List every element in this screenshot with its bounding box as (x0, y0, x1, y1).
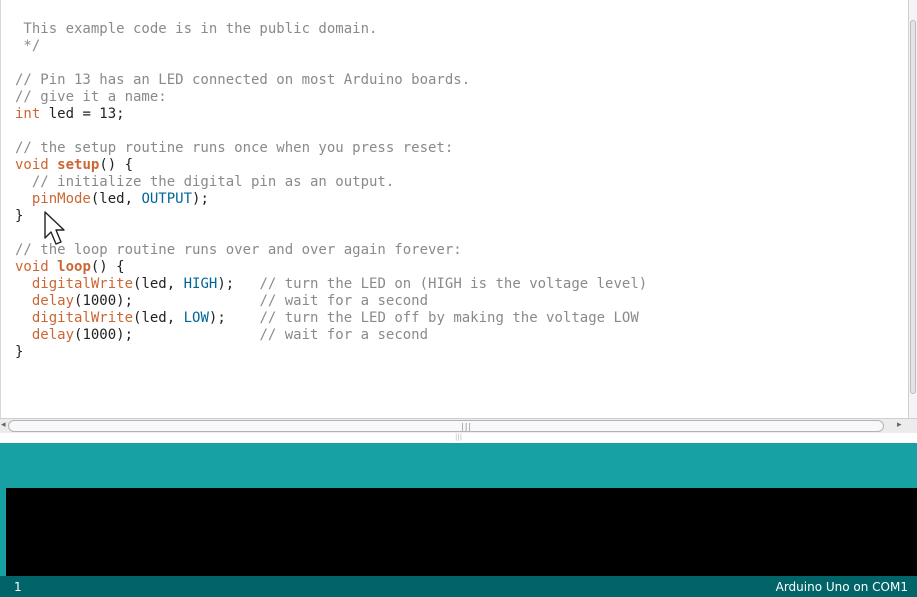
code-token: } (15, 208, 24, 224)
code-line[interactable] (15, 225, 647, 242)
horizontal-scrollbar[interactable]: ◂ ||| ▸ (0, 418, 917, 433)
code-token: LOW (183, 310, 209, 326)
code-line[interactable]: int led = 13; (15, 106, 647, 123)
code-line[interactable] (15, 123, 647, 140)
horizontal-scrollbar-thumb[interactable]: ||| (8, 420, 884, 432)
code-line[interactable] (15, 55, 647, 72)
code-token: ); (217, 276, 260, 292)
code-line[interactable]: // the loop routine runs over and over a… (15, 242, 647, 259)
board-info: Arduino Uno on COM1 (775, 580, 908, 594)
code-token: digitalWrite (31, 310, 134, 326)
code-token: delay (31, 293, 75, 309)
code-token: OUTPUT (141, 191, 193, 207)
code-token: // give it a name: (15, 89, 167, 105)
code-token: loop (57, 259, 91, 275)
code-token: // wait for a second (259, 293, 429, 309)
code-token: (led, (90, 191, 142, 207)
code-line[interactable]: delay(1000); // wait for a second (15, 327, 647, 344)
code-line[interactable]: // the setup routine runs once when you … (15, 140, 647, 157)
code-token: // turn the LED on (HIGH is the voltage … (259, 276, 648, 292)
footer-bar: 1 Arduino Uno on COM1 (0, 576, 917, 597)
code-token: */ (15, 38, 41, 54)
code-token: ); (208, 310, 260, 326)
code-token: led = 13; (40, 106, 125, 122)
code-line[interactable]: // initialize the digital pin as an outp… (15, 174, 647, 191)
code-line[interactable]: This example code is in the public domai… (15, 21, 647, 38)
code-token: (1000); (74, 293, 260, 309)
code-token: (led, (133, 276, 184, 292)
code-token: // turn the LED off by making the voltag… (259, 310, 639, 326)
code-token: // the setup routine runs once when you … (15, 140, 454, 156)
code-token: void (15, 259, 49, 275)
code-line[interactable]: digitalWrite(led, HIGH); // turn the LED… (15, 276, 647, 293)
code-line[interactable]: */ (15, 38, 647, 55)
code-token: int (15, 106, 41, 122)
status-bar (0, 443, 917, 488)
code-line[interactable]: delay(1000); // wait for a second (15, 293, 647, 310)
vertical-scrollbar-thumb[interactable] (910, 20, 916, 394)
code-line[interactable]: pinMode(led, OUTPUT); (15, 191, 647, 208)
divider-grip-icon: ||| (455, 433, 463, 441)
code-token: digitalWrite (31, 276, 134, 292)
code-line[interactable]: digitalWrite(led, LOW); // turn the LED … (15, 310, 647, 327)
code-line[interactable]: void loop() { (15, 259, 647, 276)
code-editor[interactable]: This example code is in the public domai… (0, 0, 909, 418)
code-token: (led, (133, 310, 184, 326)
code-token: HIGH (183, 276, 218, 292)
code-token: () { (90, 259, 125, 275)
mouse-pointer-icon (44, 211, 65, 245)
code-token: // initialize the digital pin as an outp… (15, 174, 395, 190)
code-line[interactable]: void setup() { (15, 157, 647, 174)
arrow-right-icon[interactable]: ▸ (897, 420, 902, 430)
code-token: // Pin 13 has an LED connected on most A… (15, 72, 471, 88)
code-token: // the loop routine runs over and over a… (15, 242, 462, 258)
code-token: // wait for a second (259, 327, 429, 343)
code-line[interactable]: // give it a name: (15, 89, 647, 106)
code-token: } (15, 344, 24, 360)
console-output[interactable] (6, 488, 917, 576)
code-line[interactable]: } (15, 344, 647, 361)
code-token: (1000); (74, 327, 260, 343)
code-line[interactable]: } (15, 208, 647, 225)
code-token: void (15, 157, 49, 173)
code-token: pinMode (31, 191, 91, 207)
code-token: This example code is in the public domai… (15, 21, 378, 37)
vertical-scrollbar[interactable] (908, 0, 917, 418)
arrow-left-icon[interactable]: ◂ (1, 420, 6, 430)
code-token: () { (99, 157, 134, 173)
code-line[interactable]: // Pin 13 has an LED connected on most A… (15, 72, 647, 89)
code-text[interactable]: This example code is in the public domai… (15, 21, 647, 361)
code-token: delay (31, 327, 75, 343)
pane-divider[interactable]: ||| (0, 433, 917, 443)
grip-icon: ||| (461, 422, 473, 431)
line-number: 1 (14, 580, 22, 594)
code-token: ); (192, 191, 209, 207)
code-token: setup (57, 157, 100, 173)
